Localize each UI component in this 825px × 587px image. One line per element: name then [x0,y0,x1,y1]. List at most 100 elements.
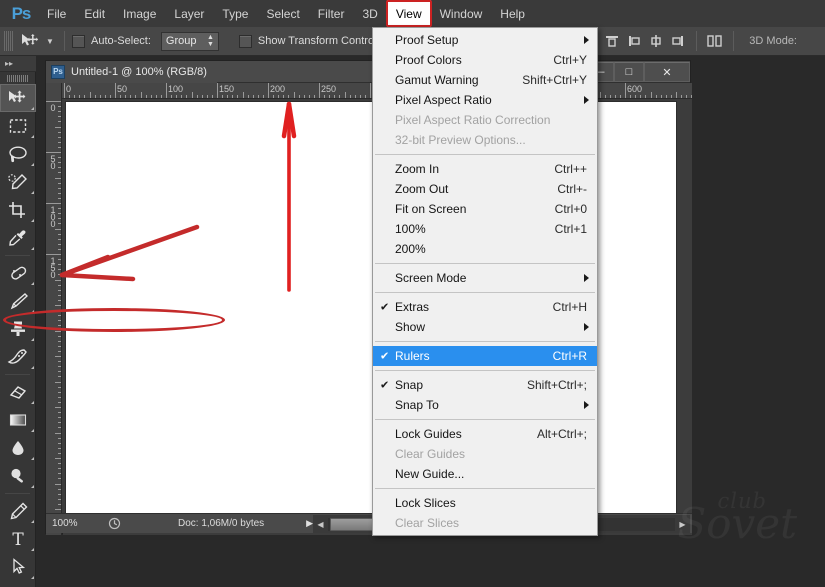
ruler-v-tick [57,299,61,301]
eyedropper-tool[interactable] [0,224,36,252]
menu-edit[interactable]: Edit [75,0,114,27]
ruler-h-label: 100 [168,84,184,94]
ruler-h-tick [69,94,71,98]
ruler-h-tick [324,94,326,98]
ruler-h-tick [298,94,300,98]
align-vertical-top-icon[interactable] [601,30,623,52]
path-selection-tool[interactable] [0,553,36,581]
ruler-h-tick [609,94,611,98]
ruler-v-tick [57,498,61,500]
view-menu-item-screen-mode[interactable]: Screen Mode [373,268,597,288]
ruler-v-tick [57,146,61,148]
blur-tool[interactable] [0,434,36,462]
menu-item-shortcut: Shift+Ctrl+Y [522,73,587,87]
menu-3d[interactable]: 3D [353,0,386,27]
menu-layer[interactable]: Layer [165,0,213,27]
eraser-tool[interactable] [0,378,36,406]
clone-stamp-tool[interactable] [0,315,36,343]
auto-select-scope-dropdown[interactable]: Group ▲ ▼ [160,31,219,51]
align-right-edges-icon[interactable] [667,30,689,52]
options-bar-grip[interactable] [4,31,14,51]
view-menu-item-zoom-in[interactable]: Zoom In Ctrl++ [373,159,597,179]
scroll-left-button[interactable]: ◀ [313,520,328,529]
spot-healing-brush-tool[interactable] [0,259,36,287]
menu-separator [375,488,595,489]
submenu-arrow-icon [584,96,589,104]
ruler-h-tick [145,94,147,98]
view-menu-item-extras[interactable]: ✔ Extras Ctrl+H [373,297,597,317]
rectangle-tool[interactable] [0,581,36,587]
gradient-tool[interactable] [0,406,36,434]
ruler-corner[interactable] [46,83,62,99]
view-menu-item-zoom-out[interactable]: Zoom Out Ctrl+- [373,179,597,199]
close-button[interactable]: ✕ [644,62,690,82]
ruler-h-label: 0 [66,84,72,94]
move-tool-icon[interactable] [17,30,43,52]
view-menu-item-show[interactable]: Show [373,317,597,337]
menu-view[interactable]: View [385,0,432,27]
ruler-h-tick [89,92,91,98]
menu-filter[interactable]: Filter [309,0,354,27]
move-tool-preset-caret[interactable]: ▼ [43,30,57,52]
view-menu-item-lock-slices[interactable]: Lock Slices [373,493,597,513]
menu-item-label: Lock Slices [395,496,456,510]
options-divider-2 [696,31,698,51]
view-menu-item-gamut-warning[interactable]: Gamut Warning Shift+Ctrl+Y [373,70,597,90]
view-menu-item-pixel-aspect-ratio-correction: Pixel Aspect Ratio Correction [373,110,597,130]
menu-image[interactable]: Image [114,0,165,27]
ruler-v-tick [57,233,61,235]
ruler-v-tick [57,248,61,250]
menu-window[interactable]: Window [431,0,492,27]
ruler-v-tick [57,121,61,123]
view-menu-item-200[interactable]: 200% [373,239,597,259]
ruler-v-tick [57,478,61,480]
pen-tool[interactable] [0,497,36,525]
distribute-horizontally-icon[interactable] [704,30,726,52]
menu-type[interactable]: Type [213,0,257,27]
rectangular-marquee-tool[interactable] [0,112,36,140]
crop-tool[interactable] [0,196,36,224]
ruler-v-tick [57,157,61,159]
auto-select-checkbox[interactable] [72,34,85,48]
ruler-v-tick [57,106,61,108]
view-menu-item-100[interactable]: 100% Ctrl+1 [373,219,597,239]
view-menu-item-lock-guides[interactable]: Lock Guides Alt+Ctrl+; [373,424,597,444]
zoom-level[interactable]: 100% [46,515,102,533]
maximize-button[interactable]: □ [614,62,644,82]
move-tool[interactable] [0,84,36,112]
tools-panel-grip[interactable] [0,72,36,84]
view-menu-item-proof-setup[interactable]: Proof Setup [373,30,597,50]
view-menu-item-snap-to[interactable]: Snap To [373,395,597,415]
stepper-arrows-icon: ▲ ▼ [206,34,214,48]
show-transform-controls-checkbox[interactable] [238,34,252,48]
quick-selection-tool[interactable] [0,168,36,196]
ruler-h-tick [344,92,346,98]
ruler-v-tick [57,345,61,347]
align-left-edges-icon[interactable] [623,30,645,52]
ruler-v-label: 150 [48,256,58,277]
tools-panel-collapse-icon[interactable]: ▸▸ [0,56,36,72]
view-menu-item-rulers[interactable]: ✔ Rulers Ctrl+R [373,346,597,366]
view-menu-item-fit-on-screen[interactable]: Fit on Screen Ctrl+0 [373,199,597,219]
view-menu-item-new-guide[interactable]: New Guide... [373,464,597,484]
document-tab[interactable]: Ps Untitled-1 @ 100% (RGB/8) [46,60,217,83]
vertical-ruler[interactable]: 0 50 100 150 [46,99,62,535]
menu-file[interactable]: File [38,0,75,27]
ruler-h-tick [349,94,351,98]
view-menu-item-proof-colors[interactable]: Proof Colors Ctrl+Y [373,50,597,70]
dodge-tool[interactable] [0,462,36,490]
menu-help[interactable]: Help [491,0,534,27]
horizontal-type-tool[interactable]: T [0,525,36,553]
menu-item-shortcut: Ctrl+H [552,300,587,314]
menu-select[interactable]: Select [257,0,308,27]
view-menu-item-snap[interactable]: ✔ Snap Shift+Ctrl+; [373,375,597,395]
ruler-v-label: 50 [48,154,58,168]
lasso-tool[interactable] [0,140,36,168]
align-horizontal-centers-icon[interactable] [645,30,667,52]
tool-has-variants-icon [31,310,34,313]
ruler-v-tick [57,243,61,245]
ruler-v-tick [57,473,61,475]
view-menu-item-pixel-aspect-ratio[interactable]: Pixel Aspect Ratio [373,90,597,110]
history-brush-tool[interactable] [0,343,36,371]
brush-tool[interactable] [0,287,36,315]
